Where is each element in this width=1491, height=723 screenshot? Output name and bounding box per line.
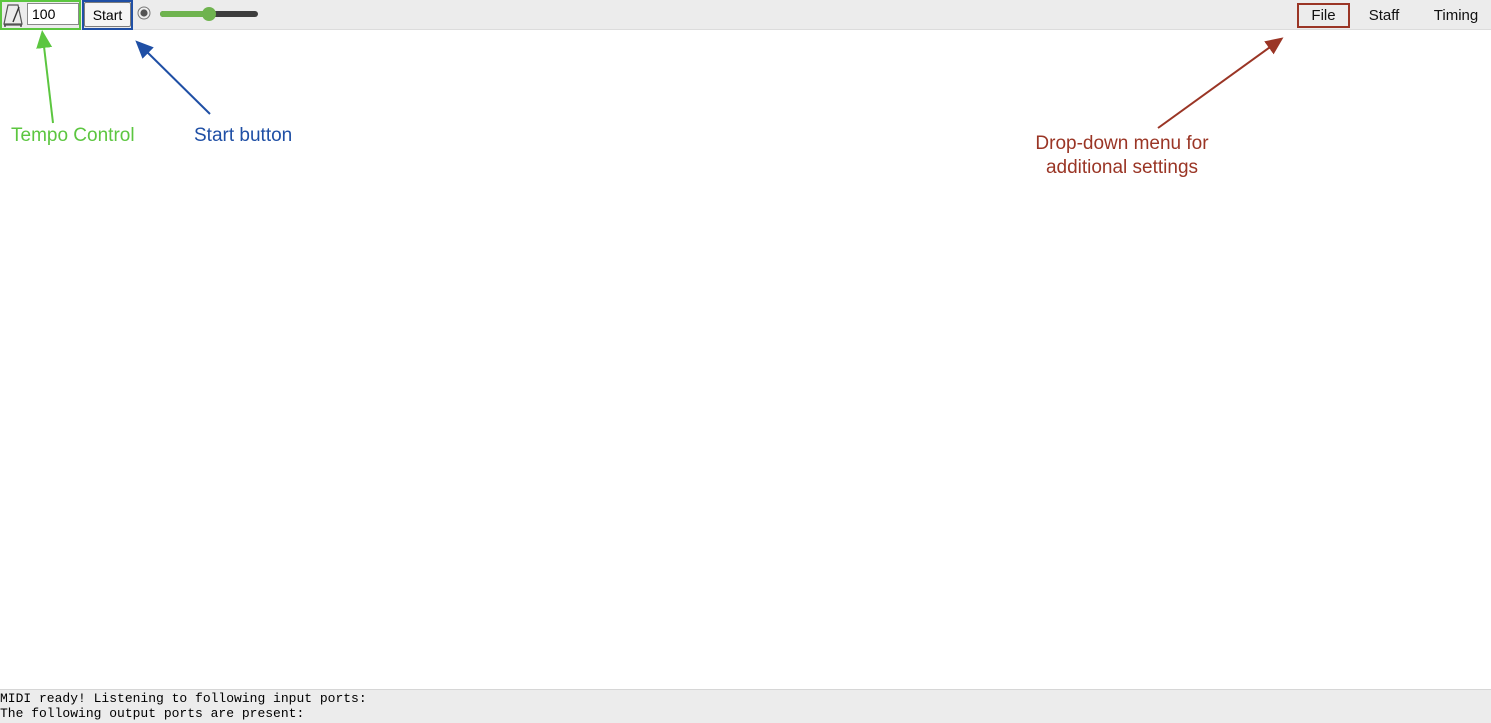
menu-arrow (1157, 37, 1284, 129)
volume-slider[interactable] (160, 7, 258, 21)
tempo-input[interactable] (27, 3, 79, 25)
console-line: The following output ports are present: (0, 706, 305, 721)
tempo-control-annotation: Tempo Control (11, 125, 135, 146)
menu-file[interactable]: File (1297, 3, 1350, 28)
slider-thumb[interactable] (202, 7, 216, 21)
start-arrow (135, 40, 211, 115)
annotation-arrows (36, 30, 1284, 129)
dropdown-menu-annotation: Drop-down menu for additional settings (1035, 133, 1209, 178)
console-output: MIDI ready! Listening to following input… (0, 689, 1491, 723)
start-button-annotation: Start button (194, 125, 293, 146)
page: Start File Staff Timing Tempo Control (0, 0, 1491, 723)
console-line: MIDI ready! Listening to following input… (0, 691, 367, 706)
menu-timing[interactable]: Timing (1425, 3, 1487, 28)
menu-staff[interactable]: Staff (1360, 3, 1408, 28)
record-indicator-icon[interactable] (137, 6, 151, 20)
tempo-arrow (36, 30, 54, 124)
start-button[interactable]: Start (84, 2, 131, 27)
metronome-icon (3, 4, 23, 27)
